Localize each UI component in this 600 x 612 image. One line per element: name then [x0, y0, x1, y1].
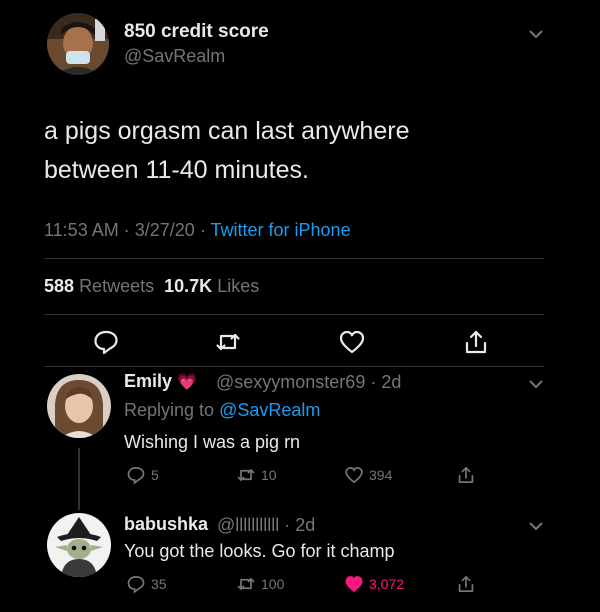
- like-count: 394: [369, 467, 393, 483]
- reply-count: 35: [151, 576, 167, 592]
- retweets-count[interactable]: 588: [44, 276, 74, 296]
- reply-author-name-text: Emily: [124, 371, 173, 391]
- like-action[interactable]: 3,072: [344, 574, 404, 594]
- replying-to-prefix: Replying to: [124, 400, 215, 420]
- retweet-action[interactable]: 10: [236, 465, 277, 485]
- reply-count: 5: [151, 467, 159, 483]
- replying-to: Replying to @SavRealm: [124, 400, 320, 421]
- share-action[interactable]: [456, 465, 476, 485]
- retweets-label[interactable]: Retweets: [79, 276, 154, 296]
- share-icon: [458, 576, 474, 592]
- meta-separator: ·: [123, 220, 130, 240]
- heart-icon: [345, 576, 363, 593]
- reply-avatar[interactable]: [47, 513, 111, 577]
- retweet-count: 10: [261, 467, 277, 483]
- tweet-text-line-1: a pigs orgasm can last anywhere: [44, 117, 410, 145]
- tweet-source-link[interactable]: Twitter for iPhone: [211, 220, 351, 240]
- reply-author-handle[interactable]: @lllllllllll · 2d: [217, 515, 315, 536]
- more-options-chevron-down-icon[interactable]: [527, 375, 545, 393]
- reply-author-handle[interactable]: @sexyymonster69 · 2d: [216, 372, 401, 393]
- tweet-stats: 588 Retweets 10.7K Likes: [44, 276, 259, 297]
- reply-avatar[interactable]: [47, 374, 111, 438]
- retweet-icon[interactable]: [214, 328, 242, 356]
- author-name[interactable]: 850 credit score: [124, 21, 269, 43]
- share-icon[interactable]: [462, 328, 490, 356]
- author-handle[interactable]: @SavRealm: [124, 46, 225, 67]
- tweet-date: 3/27/20: [134, 220, 195, 240]
- heart-emoji-icon: 💗: [177, 374, 197, 391]
- divider: [44, 258, 544, 259]
- reply-icon: [127, 575, 145, 594]
- tweet-text: a pigs orgasm can last anywhere between …: [44, 112, 564, 190]
- like-count: 3,072: [369, 576, 405, 592]
- likes-label[interactable]: Likes: [217, 276, 259, 296]
- retweet-icon: [237, 578, 255, 590]
- more-options-chevron-down-icon[interactable]: [527, 25, 545, 43]
- divider: [44, 314, 544, 315]
- author-avatar[interactable]: [47, 13, 109, 75]
- reply-text: You got the looks. Go for it champ: [124, 541, 395, 561]
- tweet-meta: 11:53 AM · 3/27/20 · Twitter for iPhone: [44, 220, 351, 241]
- reply-author-name[interactable]: Emily 💗: [124, 371, 197, 392]
- replying-to-mention[interactable]: @SavRealm: [219, 400, 320, 420]
- reply-action[interactable]: 35: [126, 574, 167, 594]
- divider: [44, 366, 544, 367]
- reply-icon: [127, 466, 145, 485]
- retweet-icon: [237, 469, 255, 481]
- share-icon: [458, 467, 474, 483]
- more-options-chevron-down-icon[interactable]: [527, 517, 545, 535]
- share-action[interactable]: [456, 574, 476, 594]
- meta-separator: ·: [199, 220, 206, 240]
- reply-author-name[interactable]: babushka: [124, 514, 208, 535]
- reply-icon[interactable]: [92, 328, 120, 356]
- tweet-time: 11:53 AM: [44, 220, 119, 240]
- thread-line: [78, 448, 80, 510]
- retweet-action[interactable]: 100: [236, 574, 284, 594]
- reply-action[interactable]: 5: [126, 465, 159, 485]
- likes-count[interactable]: 10.7K: [164, 276, 212, 296]
- tweet-text-line-2: between 11-40 minutes.: [44, 156, 309, 184]
- heart-icon[interactable]: [338, 328, 366, 356]
- retweet-count: 100: [261, 576, 285, 592]
- heart-icon: [345, 466, 363, 484]
- reply-text: Wishing I was a pig rn: [124, 432, 301, 452]
- like-action[interactable]: 394: [344, 465, 392, 485]
